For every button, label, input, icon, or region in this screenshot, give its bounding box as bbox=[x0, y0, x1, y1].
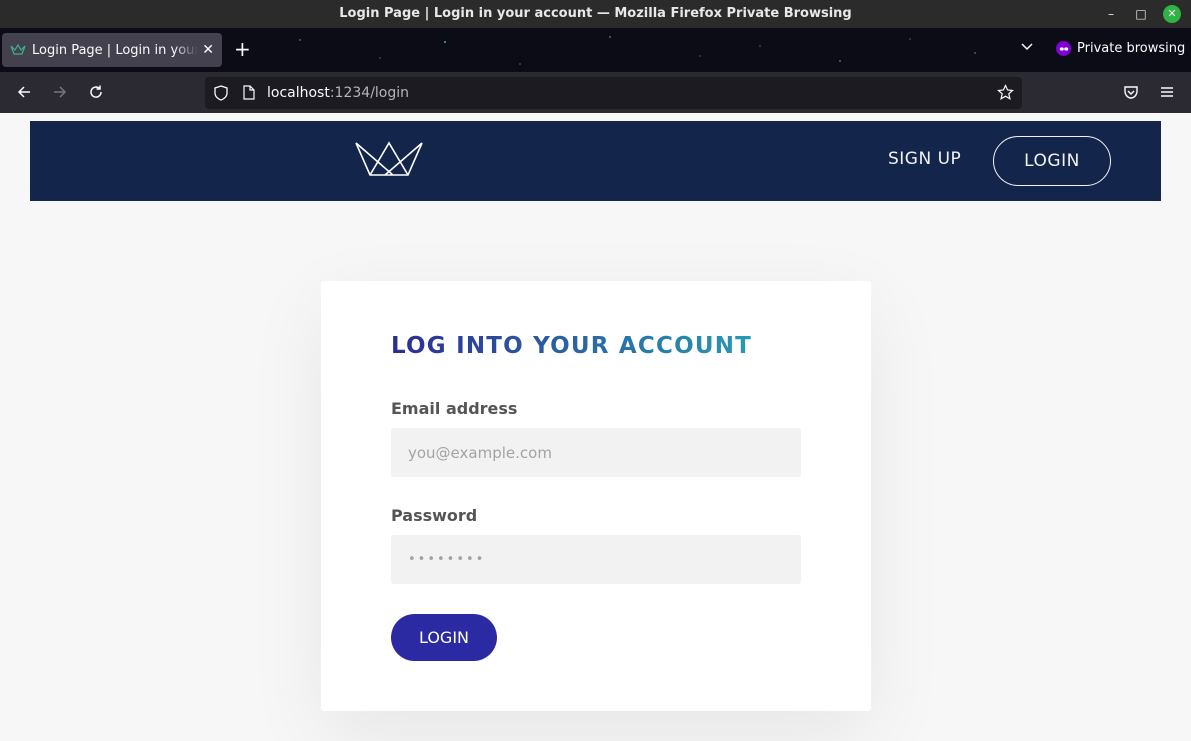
window-titlebar: Login Page | Login in your account — Moz… bbox=[0, 0, 1191, 28]
tab-login-page[interactable]: Login Page | Login in your account ✕ bbox=[2, 33, 222, 67]
private-browsing-label: Private browsing bbox=[1077, 41, 1186, 56]
shield-icon[interactable] bbox=[214, 85, 228, 101]
password-label: Password bbox=[391, 506, 478, 525]
forward-arrow-icon[interactable] bbox=[52, 84, 68, 100]
url-text[interactable]: localhost:1234/login bbox=[267, 85, 409, 101]
login-nav-button[interactable]: LOGIN bbox=[993, 136, 1111, 186]
site-header: SIGN UP LOGIN bbox=[30, 121, 1161, 201]
new-tab-icon[interactable]: + bbox=[234, 38, 251, 60]
maximize-button[interactable]: □ bbox=[1133, 6, 1149, 22]
url-bar[interactable]: localhost:1234/login bbox=[205, 77, 1022, 109]
login-form-card: LOG INTO YOUR ACCOUNT Email address Pass… bbox=[321, 281, 871, 711]
url-path: :1234/login bbox=[329, 85, 410, 101]
tab-close-icon[interactable]: ✕ bbox=[202, 42, 214, 58]
private-mask-icon bbox=[1056, 41, 1071, 56]
navigation-toolbar: localhost:1234/login bbox=[0, 72, 1191, 113]
crown-favicon-icon bbox=[10, 44, 26, 55]
signup-link[interactable]: SIGN UP bbox=[888, 149, 961, 169]
tab-bar: Login Page | Login in your account ✕ + P… bbox=[0, 28, 1191, 72]
window-title: Login Page | Login in your account — Moz… bbox=[339, 6, 852, 21]
crown-logo-icon[interactable] bbox=[355, 141, 423, 177]
login-submit-button[interactable]: LOGIN bbox=[391, 614, 497, 661]
page-icon[interactable] bbox=[243, 85, 255, 100]
bookmark-star-icon[interactable] bbox=[997, 84, 1014, 101]
reload-icon[interactable] bbox=[88, 84, 104, 100]
hamburger-menu-icon[interactable] bbox=[1159, 84, 1175, 100]
email-label: Email address bbox=[391, 399, 518, 418]
pocket-icon[interactable] bbox=[1123, 84, 1139, 100]
back-arrow-icon[interactable] bbox=[16, 84, 32, 100]
page-content: SIGN UP LOGIN LOG INTO YOUR ACCOUNT Emai… bbox=[30, 113, 1161, 741]
password-masked-value: •••••••• bbox=[408, 552, 486, 567]
url-host: localhost bbox=[267, 85, 330, 101]
password-field[interactable]: •••••••• bbox=[391, 535, 801, 584]
list-all-tabs-icon[interactable] bbox=[1020, 40, 1034, 54]
private-browsing-indicator: Private browsing bbox=[1056, 41, 1185, 56]
close-window-button[interactable]: ✕ bbox=[1163, 5, 1181, 23]
email-field[interactable] bbox=[391, 428, 801, 477]
tab-title: Login Page | Login in your account bbox=[32, 42, 198, 58]
minimize-button[interactable]: – bbox=[1103, 6, 1119, 22]
form-heading: LOG INTO YOUR ACCOUNT bbox=[391, 333, 753, 359]
